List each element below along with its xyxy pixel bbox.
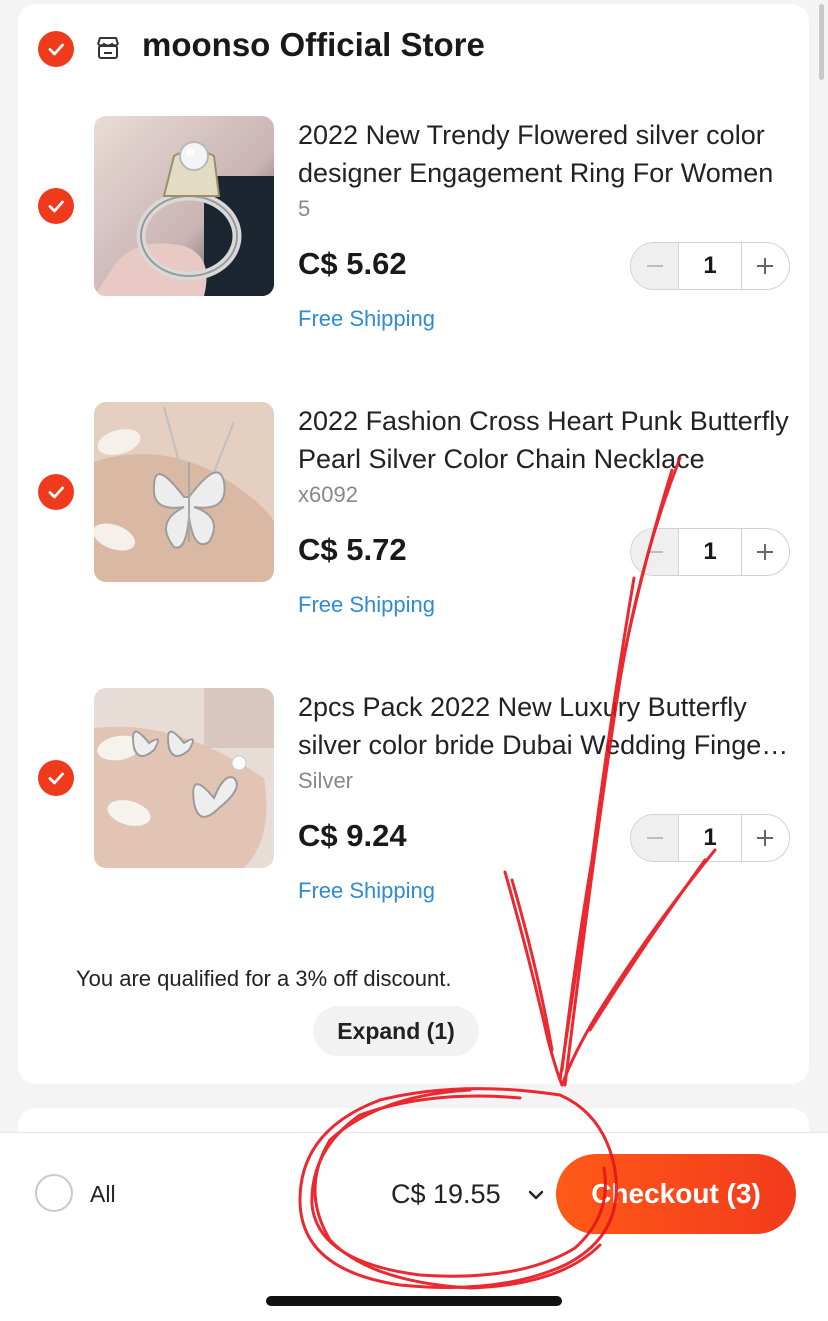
- product-image[interactable]: [94, 116, 274, 296]
- expand-button[interactable]: Expand (1): [313, 1006, 479, 1056]
- quantity-value[interactable]: 1: [678, 529, 742, 575]
- store-name[interactable]: moonso Official Store: [142, 26, 485, 64]
- checkmark-icon: [48, 486, 64, 499]
- product-price: C$ 5.72: [298, 532, 407, 567]
- product-price: C$ 5.62: [298, 246, 407, 281]
- select-all-checkbox[interactable]: [35, 1174, 73, 1212]
- home-indicator[interactable]: [266, 1296, 562, 1306]
- quantity-stepper: 1: [630, 242, 790, 290]
- minus-icon: [646, 265, 663, 267]
- product-title[interactable]: 2022 Fashion Cross Heart Punk Butterfly …: [298, 402, 793, 478]
- product-price: C$ 9.24: [298, 818, 407, 853]
- item-select-checkbox[interactable]: [38, 474, 74, 510]
- product-title[interactable]: 2pcs Pack 2022 New Luxury Butterfly silv…: [298, 688, 793, 764]
- plus-icon: [757, 258, 774, 274]
- product-variant[interactable]: 5: [298, 196, 310, 222]
- quantity-stepper: 1: [630, 528, 790, 576]
- minus-icon: [646, 551, 663, 553]
- select-all-label[interactable]: All: [90, 1181, 116, 1208]
- minus-icon: [646, 837, 663, 839]
- cart-item: 2022 New Trendy Flowered silver color de…: [18, 116, 809, 336]
- checkout-bar: All C$ 19.55 Checkout (3): [0, 1132, 828, 1321]
- store-card: moonso Official Store 2022 New Trendy Fl…: [18, 4, 809, 1084]
- increase-quantity-button[interactable]: [742, 529, 789, 575]
- quantity-value[interactable]: 1: [678, 243, 742, 289]
- checkmark-icon: [48, 43, 64, 56]
- decrease-quantity-button[interactable]: [631, 243, 679, 289]
- item-select-checkbox[interactable]: [38, 188, 74, 224]
- cart-total[interactable]: C$ 19.55: [391, 1179, 501, 1210]
- quantity-value[interactable]: 1: [678, 815, 742, 861]
- shipping-label: Free Shipping: [298, 592, 435, 617]
- shipping-label: Free Shipping: [298, 306, 435, 331]
- store-header: moonso Official Store: [18, 4, 809, 94]
- checkout-button[interactable]: Checkout (3): [556, 1154, 796, 1234]
- cart-item: 2022 Fashion Cross Heart Punk Butterfly …: [18, 402, 809, 622]
- store-icon: [97, 37, 119, 59]
- store-select-checkbox[interactable]: [38, 31, 74, 67]
- scrollbar[interactable]: [819, 4, 824, 80]
- plus-icon: [757, 830, 774, 846]
- plus-icon: [757, 544, 774, 560]
- product-variant[interactable]: Silver: [298, 768, 353, 794]
- chevron-down-icon[interactable]: [526, 1185, 546, 1205]
- decrease-quantity-button[interactable]: [631, 529, 679, 575]
- checkmark-icon: [48, 200, 64, 213]
- product-variant[interactable]: x6092: [298, 482, 358, 508]
- item-select-checkbox[interactable]: [38, 760, 74, 796]
- increase-quantity-button[interactable]: [742, 243, 789, 289]
- checkmark-icon: [48, 772, 64, 785]
- product-image[interactable]: [94, 402, 274, 582]
- product-image[interactable]: [94, 688, 274, 868]
- quantity-stepper: 1: [630, 814, 790, 862]
- increase-quantity-button[interactable]: [742, 815, 789, 861]
- product-title[interactable]: 2022 New Trendy Flowered silver color de…: [298, 116, 793, 192]
- shipping-label: Free Shipping: [298, 878, 435, 903]
- cart-item: 2pcs Pack 2022 New Luxury Butterfly silv…: [18, 688, 809, 908]
- decrease-quantity-button[interactable]: [631, 815, 679, 861]
- discount-message: You are qualified for a 3% off discount.: [76, 966, 452, 991]
